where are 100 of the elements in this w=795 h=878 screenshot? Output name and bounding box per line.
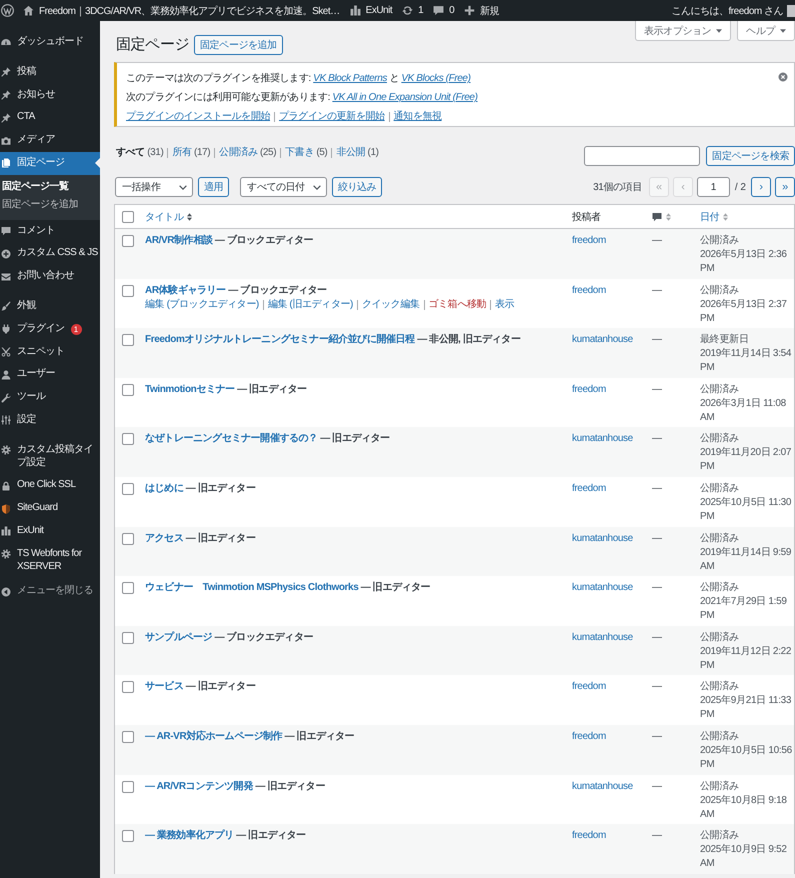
sidebar-item[interactable]: カスタム投稿タイプ設定: [0, 438, 100, 474]
search-button[interactable]: 固定ページを検索: [706, 146, 795, 166]
column-header[interactable]: 日付: [700, 210, 728, 224]
row-checkbox[interactable]: [122, 632, 134, 644]
sidebar-item[interactable]: 外観: [0, 294, 100, 318]
page-title-link[interactable]: AR/VR制作相談: [145, 235, 213, 246]
sidebar-item[interactable]: ユーザー: [0, 363, 100, 386]
screen-meta-tab[interactable]: ヘルプ: [737, 21, 795, 41]
row-checkbox[interactable]: [122, 532, 134, 545]
submenu-item[interactable]: 固定ページを追加: [0, 196, 100, 214]
page-nav-button[interactable]: »: [775, 177, 795, 197]
row-action-link[interactable]: クイック編集: [362, 298, 420, 312]
updates-link[interactable]: 1: [397, 0, 428, 21]
row-checkbox[interactable]: [122, 235, 134, 247]
page-title-link[interactable]: Twinmotionセミナー: [145, 384, 235, 395]
row-checkbox[interactable]: [122, 681, 134, 694]
page-nav-button[interactable]: ›: [751, 177, 771, 197]
sidebar-item[interactable]: コメント: [0, 220, 100, 242]
logo-icon[interactable]: [1, 4, 14, 17]
status-filter-link[interactable]: すべて (31): [116, 146, 164, 160]
sidebar-item[interactable]: プラグイン 1: [0, 318, 100, 341]
comments-column-header[interactable]: [652, 212, 671, 222]
author-link[interactable]: kumatanhouse: [572, 632, 633, 643]
row-checkbox[interactable]: [122, 334, 134, 346]
date-filter-select[interactable]: すべての日付: [240, 177, 327, 197]
page-title-link[interactable]: — AR/VRコンテンツ開発: [145, 780, 253, 792]
author-link[interactable]: kumatanhouse: [572, 433, 633, 444]
author-link[interactable]: kumatanhouse: [572, 334, 633, 346]
comments-link[interactable]: 0: [428, 0, 460, 21]
sidebar-item[interactable]: ダッシュボード: [0, 31, 100, 54]
plugin-link[interactable]: VK All in One Expansion Unit (Free): [332, 92, 478, 103]
author-link[interactable]: freedom: [572, 235, 606, 246]
author-link[interactable]: freedom: [572, 482, 606, 494]
site-name-link[interactable]: Freedom｜3DCG/AR/VR、業務効率化アプリでビジネスを加速。Sket…: [18, 0, 345, 21]
author-link[interactable]: freedom: [572, 830, 606, 842]
status-filter-link[interactable]: 非公開 (1): [336, 146, 379, 160]
current-page-field[interactable]: 1: [696, 177, 730, 197]
row-checkbox[interactable]: [122, 384, 134, 396]
page-title-link[interactable]: Freedomオリジナルトレーニングセミナー紹介並びに開催日程: [145, 334, 415, 346]
sidebar-item[interactable]: 投稿: [0, 60, 100, 84]
row-action-link[interactable]: 編集 (旧エディター): [268, 298, 353, 312]
sidebar-item[interactable]: スニペット: [0, 340, 100, 364]
row-action-link[interactable]: ゴミ箱へ移動: [428, 298, 486, 312]
exunit-link[interactable]: ExUnit: [344, 0, 398, 21]
author-link[interactable]: freedom: [572, 681, 606, 692]
apply-button[interactable]: 適用: [198, 177, 230, 197]
sidebar-item[interactable]: お知らせ: [0, 84, 100, 106]
page-title-link[interactable]: アクセス: [145, 532, 184, 544]
new-content-link[interactable]: 新規: [459, 0, 504, 21]
search-field[interactable]: [584, 146, 700, 166]
status-filter-link[interactable]: 公開済み (25): [219, 146, 276, 160]
page-title-link[interactable]: — AR-VR対応ホームページ制作: [145, 730, 282, 742]
author-link[interactable]: freedom: [572, 384, 606, 395]
add-new-page-button[interactable]: 固定ページを追加: [194, 35, 283, 55]
row-checkbox[interactable]: [122, 482, 134, 495]
row-checkbox[interactable]: [122, 433, 134, 446]
page-title-link[interactable]: サービス: [145, 681, 184, 692]
row-action-link[interactable]: 表示: [495, 298, 514, 312]
sidebar-item[interactable]: メディア: [0, 129, 100, 152]
notice-action-link[interactable]: プラグインのインストールを開始: [126, 108, 270, 125]
author-link[interactable]: kumatanhouse: [572, 582, 633, 594]
account-link[interactable]: こんにちは、freedom さん: [666, 0, 795, 21]
sidebar-item[interactable]: SiteGuard: [0, 497, 100, 520]
page-title-link[interactable]: なぜトレーニングセミナー開催するの？: [145, 433, 318, 444]
page-title-link[interactable]: サンプルページ: [145, 632, 212, 643]
row-checkbox[interactable]: [122, 780, 134, 793]
collapse-menu-button[interactable]: メニューを閉じる: [0, 580, 100, 604]
row-checkbox[interactable]: [122, 582, 134, 594]
page-title-link[interactable]: — 業務効率化アプリ: [145, 830, 234, 842]
row-checkbox[interactable]: [122, 284, 134, 297]
plugin-link[interactable]: VK Blocks (Free): [401, 73, 470, 84]
sidebar-item[interactable]: ExUnit: [0, 520, 100, 543]
sidebar-item[interactable]: TS Webfonts for XSERVER: [0, 542, 100, 578]
column-header[interactable]: タイトル: [145, 210, 192, 224]
row-action-link[interactable]: 編集 (ブロックエディター): [145, 298, 259, 312]
filter-button[interactable]: 絞り込み: [332, 177, 382, 197]
page-title-link[interactable]: ウェビナー Twinmotion MSPhysics Clothworks: [145, 582, 358, 594]
status-filter-link[interactable]: 下書き (5): [285, 146, 328, 160]
sidebar-item[interactable]: 設定: [0, 408, 100, 432]
page-title-link[interactable]: はじめに: [145, 482, 184, 494]
submenu-item[interactable]: 固定ページ一覧: [0, 178, 100, 196]
sidebar-item[interactable]: 固定ページ: [0, 152, 100, 175]
author-link[interactable]: kumatanhouse: [572, 532, 633, 544]
select-all-checkbox[interactable]: [122, 210, 134, 222]
sidebar-item[interactable]: ツール: [0, 386, 100, 409]
sidebar-item[interactable]: お問い合わせ: [0, 265, 100, 288]
close-icon[interactable]: [778, 72, 788, 82]
bulk-actions-select[interactable]: 一括操作: [115, 177, 193, 197]
sidebar-item[interactable]: CTA: [0, 106, 100, 130]
row-checkbox[interactable]: [122, 830, 134, 842]
author-link[interactable]: freedom: [572, 730, 606, 742]
author-link[interactable]: freedom: [572, 284, 606, 296]
sidebar-item[interactable]: カスタム CSS & JS: [0, 242, 100, 266]
screen-meta-tab[interactable]: 表示オプション: [634, 21, 732, 41]
page-title-link[interactable]: AR体験ギャラリー: [145, 284, 226, 296]
notice-action-link[interactable]: プラグインの更新を開始: [279, 108, 385, 125]
row-checkbox[interactable]: [122, 730, 134, 743]
sidebar-item[interactable]: One Click SSL: [0, 474, 100, 498]
notice-action-link[interactable]: 通知を無視: [394, 108, 442, 125]
plugin-link[interactable]: VK Block Patterns: [313, 73, 387, 84]
